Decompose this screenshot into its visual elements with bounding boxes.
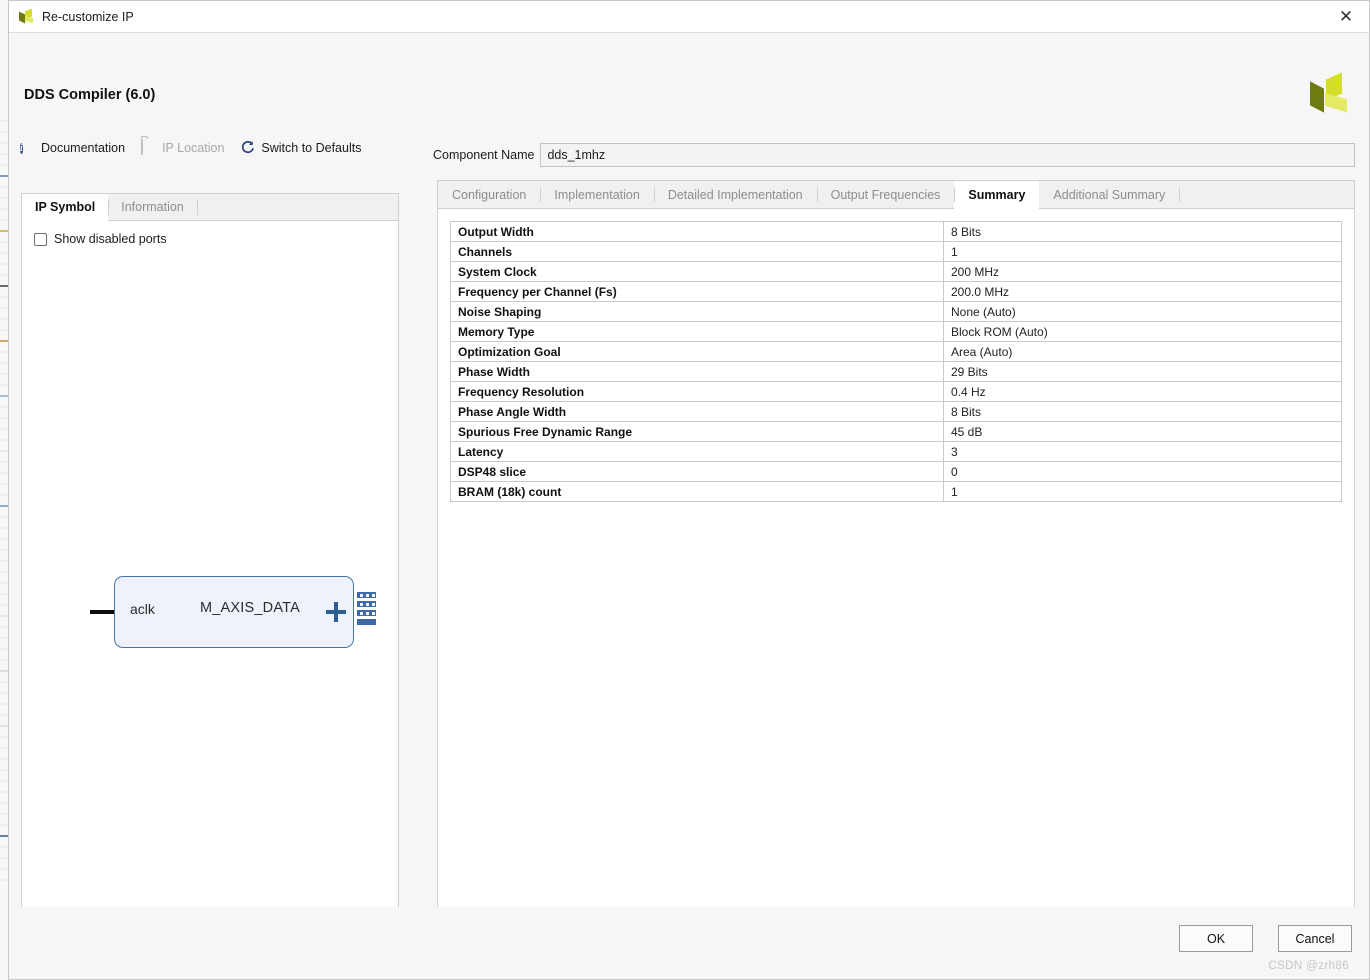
checkbox-box: [34, 232, 47, 246]
summary-value: 1: [943, 481, 1342, 502]
table-row: Phase Angle Width 8 Bits: [450, 401, 1342, 422]
summary-key: DSP48 slice: [450, 461, 944, 482]
tab-ip-symbol-label: IP Symbol: [35, 200, 96, 214]
summary-key: Latency: [450, 441, 944, 462]
table-row: Noise Shaping None (Auto): [450, 301, 1342, 322]
summary-value: 1: [943, 241, 1342, 262]
table-row: Spurious Free Dynamic Range 45 dB: [450, 421, 1342, 442]
component-name-label: Component Name: [433, 148, 535, 162]
summary-value: 29 Bits: [943, 361, 1342, 382]
summary-key: Phase Width: [450, 361, 944, 382]
tab-information[interactable]: Information: [108, 194, 197, 220]
table-row: Optimization Goal Area (Auto): [450, 341, 1342, 362]
summary-key: Output Width: [450, 221, 944, 242]
table-row: Channels 1: [450, 241, 1342, 262]
background-window-sliver: [0, 0, 8, 980]
tab-implementation-label: Implementation: [554, 187, 640, 202]
summary-value: 8 Bits: [943, 221, 1342, 242]
tab-output-frequencies-label: Output Frequencies: [830, 187, 941, 202]
table-row: Memory Type Block ROM (Auto): [450, 321, 1342, 342]
ip-symbol-canvas: Show disabled ports aclk M_AXIS_DATA: [22, 221, 398, 935]
summary-content: Output Width 8 Bits Channels 1 System Clock 2…: [438, 209, 1354, 502]
tab-information-label: Information: [121, 200, 184, 214]
cancel-button[interactable]: Cancel: [1278, 925, 1352, 952]
tab-summary-label: Summary: [968, 187, 1026, 202]
tab-additional-summary-label: Additional Summary: [1053, 187, 1166, 202]
table-row: DSP48 slice 0: [450, 461, 1342, 482]
table-row: Latency 3: [450, 441, 1342, 462]
component-name-input[interactable]: dds_1mhz: [540, 143, 1355, 167]
tab-additional-summary[interactable]: Additional Summary: [1039, 181, 1179, 208]
summary-value: None (Auto): [943, 301, 1342, 322]
summary-value: 200.0 MHz: [943, 281, 1342, 302]
summary-value: 45 dB: [943, 421, 1342, 442]
ok-button[interactable]: OK: [1179, 925, 1253, 952]
summary-key: Frequency per Channel (Fs): [450, 281, 944, 302]
summary-table: Output Width 8 Bits Channels 1 System Clock 2…: [450, 221, 1342, 502]
table-row: Output Width 8 Bits: [450, 221, 1342, 242]
table-row: Phase Width 29 Bits: [450, 361, 1342, 382]
table-row: System Clock 200 MHz: [450, 261, 1342, 282]
tab-output-frequencies[interactable]: Output Frequencies: [816, 181, 955, 208]
summary-key: Phase Angle Width: [450, 401, 944, 422]
aclk-port-wire: [90, 610, 114, 614]
tab-configuration-label: Configuration: [452, 187, 527, 202]
summary-key: Frequency Resolution: [450, 381, 944, 402]
xilinx-brand-logo-icon: [1307, 72, 1351, 115]
page-title: DDS Compiler (6.0): [24, 87, 156, 103]
table-row: Frequency Resolution 0.4 Hz: [450, 381, 1342, 402]
port-label-aclk: aclk: [130, 601, 155, 617]
summary-key: Noise Shaping: [450, 301, 944, 322]
tab-summary[interactable]: Summary: [954, 181, 1040, 209]
summary-value: 3: [943, 441, 1342, 462]
main-tab-container: Configuration Implementation Detailed Im…: [437, 180, 1355, 936]
table-row: BRAM (18k) count 1: [450, 481, 1342, 502]
summary-value: 200 MHz: [943, 261, 1342, 282]
left-panel-tabs: IP Symbol Information: [22, 194, 398, 221]
title-bar: Re-customize IP ✕: [9, 1, 1369, 33]
port-label-m-axis-data: M_AXIS_DATA: [200, 600, 300, 616]
summary-key: Memory Type: [450, 321, 944, 342]
summary-value: 8 Bits: [943, 401, 1342, 422]
main-tabs: Configuration Implementation Detailed Im…: [438, 181, 1354, 209]
tab-ip-symbol[interactable]: IP Symbol: [22, 194, 109, 221]
dialog-header: DDS Compiler (6.0) i Documentation IP Lo…: [9, 33, 1369, 155]
summary-value: 0: [943, 461, 1342, 482]
left-tab-filler: [196, 194, 398, 220]
summary-value: Area (Auto): [943, 341, 1342, 362]
main-tab-filler: [1179, 181, 1354, 208]
window-title: Re-customize IP: [42, 9, 134, 24]
watermark-text: CSDN @zrh86: [1268, 960, 1349, 972]
summary-key: System Clock: [450, 261, 944, 282]
configuration-panel: Component Name dds_1mhz Configuration Im…: [433, 136, 1355, 936]
show-disabled-ports-label: Show disabled ports: [54, 232, 167, 246]
show-disabled-ports-checkbox[interactable]: Show disabled ports: [34, 232, 167, 246]
summary-value: 0.4 Hz: [943, 381, 1342, 402]
table-row: Frequency per Channel (Fs) 200.0 MHz: [450, 281, 1342, 302]
dialog-body: IP Symbol Information Show disabled port…: [9, 136, 1369, 936]
summary-value: Block ROM (Auto): [943, 321, 1342, 342]
plus-icon[interactable]: [326, 602, 346, 622]
xilinx-logo-icon: [18, 8, 34, 25]
summary-key: Optimization Goal: [450, 341, 944, 362]
summary-key: BRAM (18k) count: [450, 481, 944, 502]
ip-block-symbol: aclk M_AXIS_DATA: [90, 576, 376, 648]
tab-implementation[interactable]: Implementation: [540, 181, 653, 208]
ip-symbol-panel: IP Symbol Information Show disabled port…: [21, 193, 399, 936]
bus-connector-icon: [354, 592, 376, 632]
component-name-row: Component Name dds_1mhz: [433, 142, 1355, 168]
summary-key: Channels: [450, 241, 944, 262]
recustomize-ip-dialog: Re-customize IP ✕ DDS Compiler (6.0) i D…: [8, 0, 1370, 980]
tab-detailed-implementation-label: Detailed Implementation: [667, 187, 803, 202]
close-icon[interactable]: ✕: [1323, 1, 1369, 32]
summary-key: Spurious Free Dynamic Range: [450, 421, 944, 442]
tab-configuration[interactable]: Configuration: [438, 181, 540, 208]
dialog-footer: OK Cancel CSDN @zrh86: [9, 907, 1369, 979]
tab-detailed-implementation[interactable]: Detailed Implementation: [653, 181, 817, 208]
